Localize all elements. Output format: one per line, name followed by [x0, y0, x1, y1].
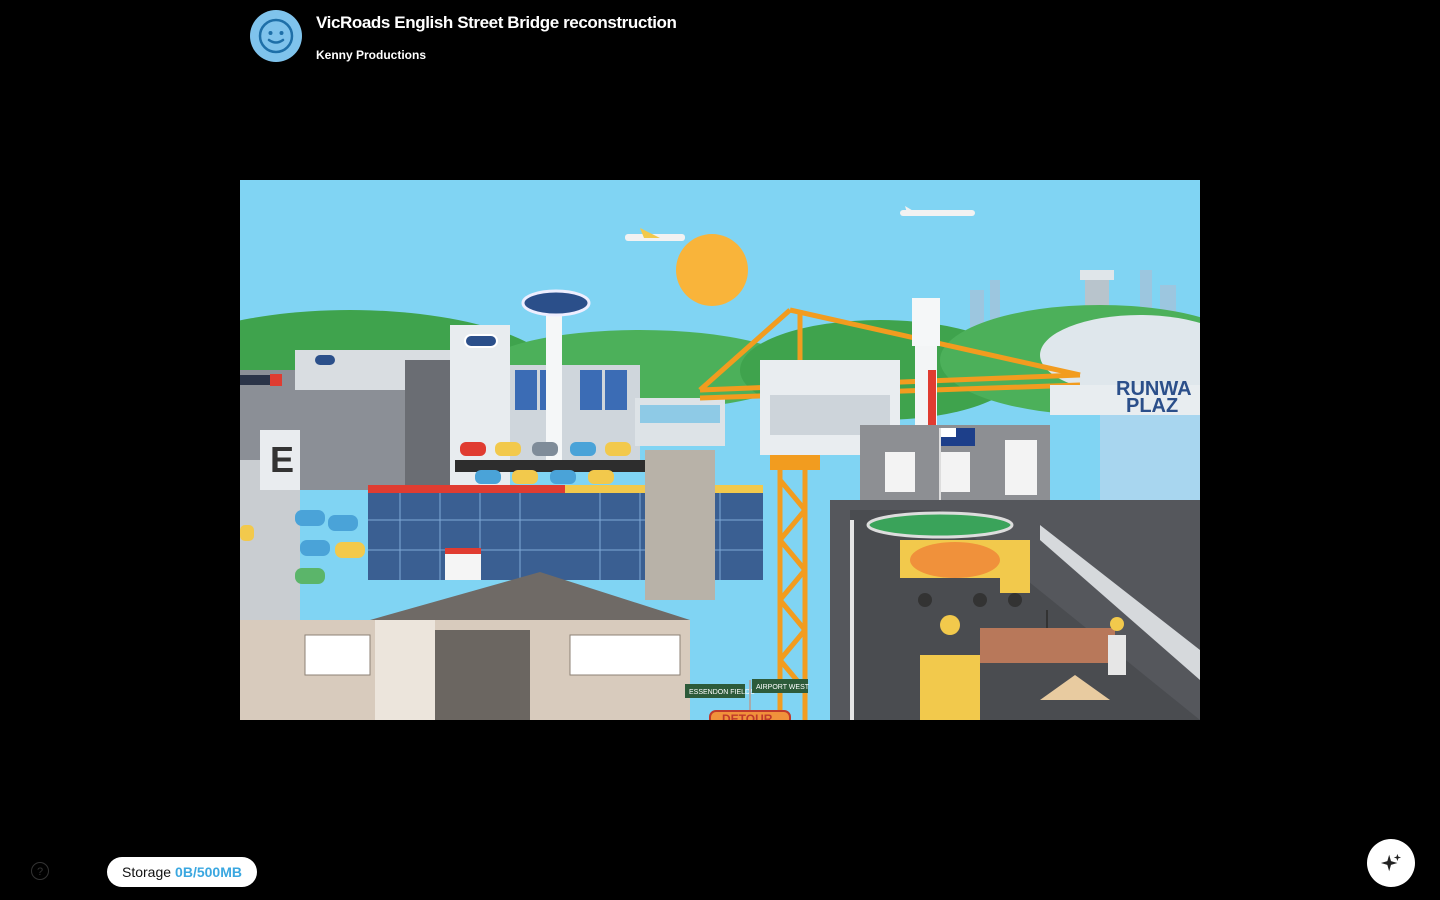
video-title[interactable]: VicRoads English Street Bridge reconstru…	[316, 13, 677, 33]
video-frame-illustration: E RUNWA PLAZ ESSENDON FIELDS AIRPORT WES…	[240, 180, 1200, 720]
svg-text:AIRPORT WEST: AIRPORT WEST	[756, 684, 810, 691]
svg-text:ESSENDON FIELDS: ESSENDON FIELDS	[689, 689, 755, 696]
author-name[interactable]: Kenny Productions	[316, 48, 426, 62]
storage-value: 0B/500MB	[175, 864, 242, 880]
storage-label: Storage	[122, 864, 172, 880]
question-icon: ?	[36, 866, 44, 878]
smiley-face-icon	[258, 18, 294, 54]
channel-avatar[interactable]	[250, 10, 302, 62]
svg-text:E: E	[270, 439, 294, 480]
svg-text:DETOUR: DETOUR	[722, 712, 773, 720]
help-button[interactable]: ?	[31, 862, 49, 880]
video-player[interactable]: E RUNWA PLAZ ESSENDON FIELDS AIRPORT WES…	[240, 180, 1200, 720]
sparkle-icon	[1380, 853, 1402, 872]
storage-indicator[interactable]: Storage 0B/500MB	[107, 857, 257, 887]
ai-assistant-button[interactable]	[1367, 839, 1415, 887]
svg-text:PLAZ: PLAZ	[1126, 395, 1178, 417]
